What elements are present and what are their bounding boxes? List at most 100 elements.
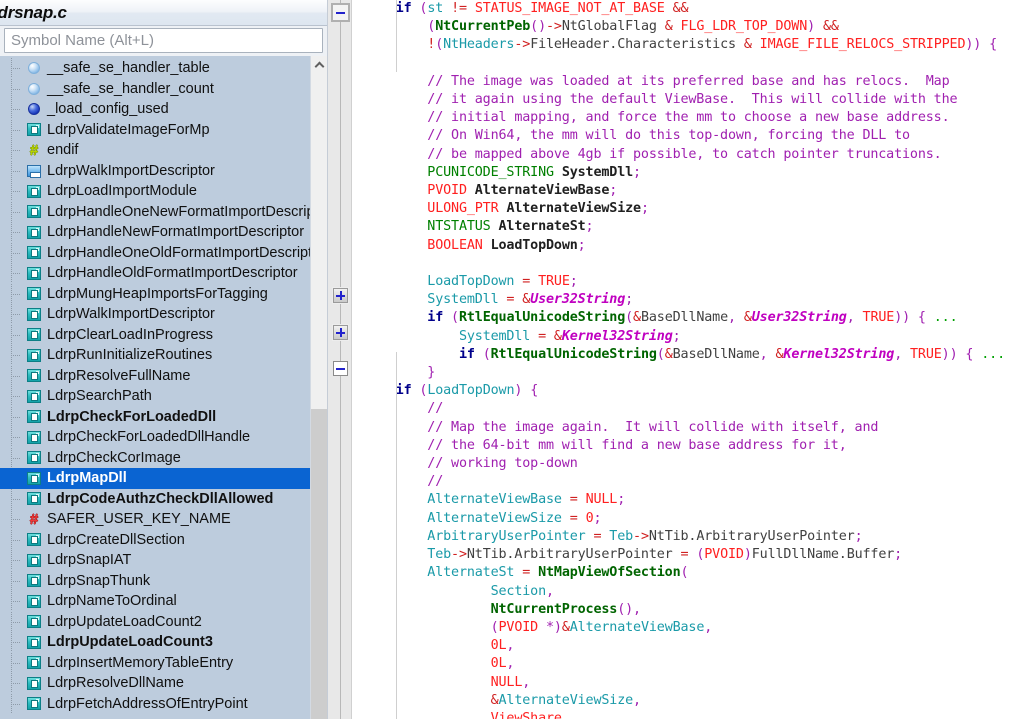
code-token: NtTib.ArbitraryUserPointer [648, 528, 855, 544]
code-line: (PVOID *)&AlternateViewBase, [364, 619, 713, 635]
code-token: ( [656, 346, 665, 362]
code-token: // [427, 474, 444, 490]
search-input[interactable] [4, 28, 323, 53]
symbol-row[interactable]: LdrpLoadImportModule [0, 181, 310, 202]
fold-expand-icon[interactable] [333, 288, 348, 303]
symbol-row[interactable]: LdrpRunInitializeRoutines [0, 345, 310, 366]
tree-connector-icon [2, 406, 24, 427]
tree-connector-icon [2, 509, 24, 530]
function-icon [24, 346, 44, 364]
fold-gutter[interactable] [328, 0, 352, 719]
page-title: ldrsnap.c [0, 2, 67, 22]
code-token: RtlEqualUnicodeString [490, 346, 657, 362]
function-icon [24, 469, 44, 487]
symbol-label: endif [47, 142, 79, 159]
fold-collapse-icon[interactable] [331, 3, 350, 22]
code-token: ( [451, 310, 459, 326]
tree-connector-icon [2, 468, 24, 488]
code-token: LoadTopDown [427, 274, 515, 290]
symbol-row[interactable]: LdrpMungHeapImportsForTagging [0, 283, 310, 305]
code-line: PVOID AlternateViewBase; [364, 183, 617, 198]
symbol-label: LdrpMapDll [47, 470, 127, 487]
symbol-row[interactable]: _load_config_used [0, 99, 310, 120]
fold-collapse-icon[interactable] [333, 361, 348, 376]
code-token: , [704, 619, 713, 635]
symbol-row[interactable]: LdrpSnapThunk [0, 570, 310, 592]
symbol-row[interactable]: LdrpUpdateLoadCount3 [0, 632, 310, 653]
code-line: LoadTopDown = TRUE; [364, 274, 578, 289]
tree-connector-icon [2, 345, 24, 366]
scrollbar-thumb[interactable] [311, 409, 327, 719]
symbol-row[interactable]: LdrpResolveDllName [0, 673, 310, 694]
code-token: if [427, 310, 444, 326]
fold-expand-icon[interactable] [333, 325, 348, 340]
symbol-row[interactable]: LdrpHandleNewFormatImportDescriptor [0, 222, 310, 243]
tree-connector-icon [2, 78, 24, 99]
symbol-row[interactable]: # SAFER_USER_KEY_NAME [0, 509, 310, 530]
code-line: if (st != STATUS_IMAGE_NOT_AT_BASE && [364, 1, 689, 16]
symbol-row[interactable]: LdrpCodeAuthzCheckDllAllowed [0, 488, 310, 510]
tree-connector-icon [2, 222, 24, 243]
symbol-tree[interactable]: __safe_se_handler_table __safe_se_handler… [0, 56, 310, 719]
source-code[interactable]: if (st != STATUS_IMAGE_NOT_AT_BASE && (N… [364, 0, 1028, 719]
tree-connector-icon [2, 652, 24, 673]
code-line: AlternateViewSize = 0; [364, 511, 601, 526]
symbol-row[interactable]: LdrpNameToOrdinal [0, 591, 310, 612]
code-token: = [498, 292, 523, 308]
symbol-row[interactable]: LdrpFetchAddressOfEntryPoint [0, 693, 310, 715]
code-token: st [427, 1, 444, 16]
symbol-row[interactable]: LdrpWalkImportDescriptor [0, 160, 310, 182]
symbol-label: LdrpCheckForLoadedDllHandle [47, 429, 251, 446]
symbol-row[interactable]: LdrpHandleOneOldFormatImportDescriptor [0, 242, 310, 264]
code-token: { [981, 37, 998, 53]
symbol-row-selected[interactable]: LdrpMapDll [0, 468, 310, 489]
symbol-row[interactable]: LdrpCheckForLoadedDll [0, 406, 310, 428]
code-token: )) [894, 310, 911, 326]
symbol-row[interactable]: LdrpCheckForLoadedDllHandle [0, 427, 310, 448]
code-token: PVOID [427, 183, 467, 199]
code-token: BOOLEAN [427, 237, 483, 253]
symbol-label: SAFER_USER_KEY_NAME [47, 511, 231, 528]
code-text-area[interactable]: if (st != STATUS_IMAGE_NOT_AT_BASE && (N… [352, 0, 1028, 719]
symbol-row[interactable]: LdrpWalkImportDescriptor [0, 304, 310, 325]
symbol-row[interactable]: LdrpSnapIAT [0, 550, 310, 571]
code-token: // be mapped above 4gb if possible, to c… [427, 146, 942, 162]
tree-connector-icon [2, 570, 24, 591]
function-icon [24, 633, 44, 651]
code-token: AlternateSt [427, 565, 515, 581]
code-token: ( [625, 310, 634, 326]
symbol-row[interactable]: LdrpResolveFullName [0, 365, 310, 387]
symbol-row[interactable]: LdrpInsertMemoryTableEntry [0, 652, 310, 674]
symbol-label: LdrpInsertMemoryTableEntry [47, 654, 234, 671]
symbol-row[interactable]: LdrpValidateImageForMp [0, 119, 310, 141]
code-token: // it again using the default ViewBase. … [427, 92, 958, 108]
symbol-row[interactable]: LdrpHandleOneNewFormatImportDescriptor [0, 201, 310, 223]
chevron-up-icon [314, 61, 324, 71]
code-line: (NtCurrentPeb()->NtGlobalFlag & FLG_LDR_… [364, 19, 839, 34]
code-token: ; [585, 219, 594, 235]
code-token: ULONG_PTR [427, 201, 499, 217]
symbol-row[interactable]: # endif [0, 140, 310, 161]
symbol-row[interactable]: LdrpCreateDllSection [0, 529, 310, 551]
code-token: // the 64-bit mm will find a new base ad… [427, 437, 847, 453]
code-token: RtlEqualUnicodeString [458, 310, 626, 326]
symbol-tree-scrollbar[interactable] [310, 56, 327, 719]
tree-connector-icon [2, 529, 24, 550]
symbol-row[interactable]: LdrpClearLoadInProgress [0, 324, 310, 346]
code-token: ; [577, 237, 586, 253]
symbol-row[interactable]: LdrpHandleOldFormatImportDescriptor [0, 263, 310, 284]
symbol-row[interactable]: LdrpUpdateLoadCount2 [0, 611, 310, 633]
symbol-row[interactable]: LdrpCheckCorImage [0, 447, 310, 469]
code-token: AlternateSt [498, 219, 586, 235]
symbol-row[interactable]: __safe_se_handler_table [0, 58, 310, 79]
symbol-row[interactable]: LdrpSearchPath [0, 386, 310, 407]
code-token: & [553, 328, 562, 344]
symbol-row[interactable]: __safe_se_handler_count [0, 78, 310, 100]
scrollbar-up-button[interactable] [311, 56, 327, 73]
